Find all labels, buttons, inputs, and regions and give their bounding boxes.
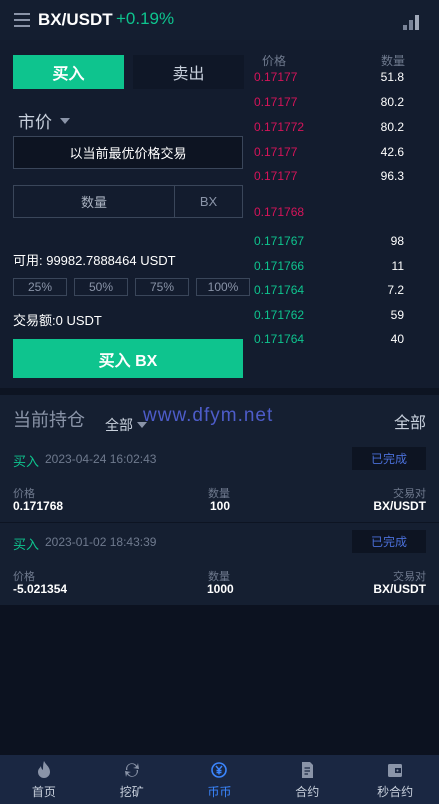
bid-price: 0.171762 <box>254 308 305 322</box>
nav-label: 秒合约 <box>377 784 414 799</box>
refresh-icon <box>124 762 139 777</box>
available-balance: 可用: 99982.7888464 USDT <box>13 253 176 268</box>
ask-qty: 96.3 <box>380 169 404 183</box>
holdings-all-link[interactable]: 全部 <box>394 409 426 433</box>
chart-icon[interactable] <box>403 14 421 30</box>
quantity-unit: BX <box>199 194 218 209</box>
nav-home[interactable]: 首页 <box>0 755 88 804</box>
pair-title[interactable]: BX/USDT <box>38 10 113 30</box>
nav-contract[interactable]: 合约 <box>263 755 351 804</box>
bid-price: 0.171767 <box>254 234 305 248</box>
trade-amount: 交易额:0 USDT <box>13 313 102 328</box>
qty-value: 100 <box>210 499 231 513</box>
bid-row[interactable]: 0.171764 40 <box>254 332 439 352</box>
order-side: 买入 <box>13 454 40 469</box>
holdings-section: 当前持仓 全部 www.dfym.net 全部 买入 2023-04-24 16… <box>0 395 439 606</box>
ask-qty: 80.2 <box>380 95 404 109</box>
holdings-title: 当前持仓 <box>13 410 85 430</box>
bid-qty: 11 <box>391 259 404 273</box>
order-type-label: 市价 <box>18 113 52 132</box>
percent-100-button[interactable]: 100% <box>196 278 250 296</box>
caret-down-icon <box>60 117 70 124</box>
menu-icon[interactable] <box>14 13 30 27</box>
tab-buy[interactable]: 买入 <box>13 55 124 89</box>
bid-qty: 59 <box>390 308 404 322</box>
ask-qty: 42.6 <box>380 145 404 159</box>
bid-qty: 98 <box>390 234 404 248</box>
price-value: -5.021354 <box>13 582 68 596</box>
watermark: www.dfym.net <box>143 405 274 426</box>
bottom-nav: 首页 挖矿 币币 合约 秒合约 <box>0 755 439 804</box>
ask-row[interactable]: 0.17177 80.2 <box>254 95 439 115</box>
price-change: +0.19% <box>116 9 175 28</box>
qty-header: 数量 <box>380 54 405 68</box>
nav-label: 挖矿 <box>119 784 144 799</box>
ask-price: 0.17177 <box>254 70 298 84</box>
bid-row[interactable]: 0.171766 11 <box>254 259 439 279</box>
holdings-filter-label: 全部 <box>105 417 133 433</box>
holdings-filter-select[interactable]: 全部 <box>105 415 147 435</box>
status-badge: 已完成 <box>352 447 426 470</box>
bid-row[interactable]: 0.171764 7.2 <box>254 283 439 303</box>
quantity-input[interactable]: 数量 <box>14 186 175 217</box>
ask-price: 0.171772 <box>254 120 305 134</box>
status-badge: 已完成 <box>352 530 426 553</box>
wallet-icon <box>388 763 403 777</box>
pair-value: BX/USDT <box>373 499 426 513</box>
ask-price: 0.17177 <box>254 145 298 159</box>
ask-row[interactable]: 0.17177 96.3 <box>254 169 439 189</box>
holding-card[interactable]: 买入 2023-01-02 18:43:39 已完成 价格 -5.021354 … <box>0 524 439 606</box>
bid-qty: 7.2 <box>387 283 404 297</box>
order-time: 2023-04-24 16:02:43 <box>45 452 157 466</box>
percent-50-button[interactable]: 50% <box>74 278 128 296</box>
last-price: 0.171768 <box>254 205 305 219</box>
coin-icon <box>211 761 228 778</box>
bid-row[interactable]: 0.171762 59 <box>254 308 439 328</box>
price-header: 价格 <box>262 54 287 68</box>
percent-25-button[interactable]: 25% <box>13 278 67 296</box>
price-value: 0.171768 <box>13 499 64 513</box>
nav-label: 首页 <box>31 784 56 799</box>
tab-sell[interactable]: 卖出 <box>133 55 244 89</box>
percent-75-button[interactable]: 75% <box>135 278 189 296</box>
ask-row[interactable]: 0.17177 42.6 <box>254 145 439 165</box>
bid-price: 0.171764 <box>254 283 305 297</box>
nav-mining[interactable]: 挖矿 <box>88 755 176 804</box>
pair-value: BX/USDT <box>373 582 426 596</box>
ask-qty: 51.8 <box>380 70 404 84</box>
quantity-field[interactable]: 数量 BX <box>13 185 243 218</box>
nav-second-contract[interactable]: 秒合约 <box>351 755 439 804</box>
nav-label: 币币 <box>207 784 232 799</box>
market-price-field: 以当前最优价格交易 <box>13 136 243 169</box>
section-divider <box>0 388 439 395</box>
ask-qty: 80.2 <box>380 120 404 134</box>
ask-row[interactable]: 0.171772 80.2 <box>254 120 439 140</box>
qty-value: 1000 <box>207 582 234 596</box>
ask-price: 0.17177 <box>254 95 298 109</box>
bid-row[interactable]: 0.171767 98 <box>254 234 439 254</box>
nav-label: 合约 <box>295 784 320 799</box>
top-bar: BX/USDT +0.19% <box>0 0 439 40</box>
bid-price: 0.171764 <box>254 332 305 346</box>
ask-price: 0.17177 <box>254 169 298 183</box>
percent-buttons: 25% 50% 75% 100% <box>13 278 250 296</box>
bid-price: 0.171766 <box>254 259 305 273</box>
empty-area <box>0 605 439 755</box>
order-time: 2023-01-02 18:43:39 <box>45 535 157 549</box>
order-side: 买入 <box>13 537 40 552</box>
nav-spot[interactable]: 币币 <box>176 755 264 804</box>
bid-qty: 40 <box>390 332 404 346</box>
order-type-select[interactable]: 市价 <box>18 108 70 133</box>
buy-button[interactable]: 买入 BX <box>13 339 243 378</box>
document-icon <box>302 761 314 778</box>
ask-row[interactable]: 0.17177 51.8 <box>254 70 439 90</box>
holding-card[interactable]: 买入 2023-04-24 16:02:43 已完成 价格 0.171768 数… <box>0 441 439 523</box>
fire-icon <box>37 760 50 778</box>
